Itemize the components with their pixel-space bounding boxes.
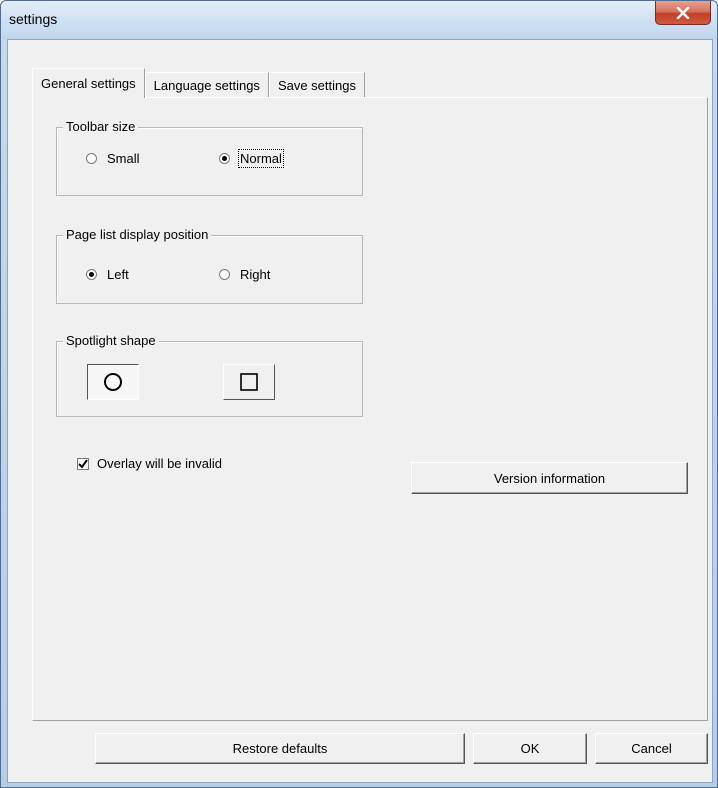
radio-normal-label: Normal bbox=[238, 149, 284, 168]
toolbar-size-group: Toolbar size Small Normal bbox=[56, 119, 363, 196]
radio-left-label: Left bbox=[107, 267, 129, 282]
ok-button[interactable]: OK bbox=[473, 733, 587, 764]
overlay-checkbox-box[interactable] bbox=[77, 457, 89, 470]
dialog-client-area: General settings Language settings Save … bbox=[7, 39, 713, 783]
radio-small[interactable]: Small bbox=[86, 151, 140, 166]
tab-strip: General settings Language settings Save … bbox=[32, 68, 365, 98]
close-button[interactable] bbox=[655, 1, 711, 25]
overlay-checkbox[interactable]: Overlay will be invalid bbox=[77, 456, 222, 471]
radio-normal[interactable]: Normal bbox=[219, 149, 284, 168]
square-icon bbox=[240, 373, 258, 391]
spotlight-shape-legend: Spotlight shape bbox=[63, 333, 159, 349]
radio-left-circle[interactable] bbox=[86, 269, 97, 280]
radio-normal-circle[interactable] bbox=[219, 153, 230, 164]
checkmark-icon bbox=[78, 458, 88, 469]
page-list-position-legend: Page list display position bbox=[63, 227, 212, 243]
page-list-position-group: Page list display position Left Right bbox=[56, 227, 363, 304]
spotlight-circle-button[interactable] bbox=[87, 364, 139, 400]
radio-left[interactable]: Left bbox=[86, 267, 129, 282]
toolbar-size-legend: Toolbar size bbox=[63, 119, 139, 135]
restore-defaults-button[interactable]: Restore defaults bbox=[95, 733, 465, 764]
radio-right-label: Right bbox=[240, 267, 271, 282]
tab-language-settings[interactable]: Language settings bbox=[144, 72, 269, 98]
circle-icon bbox=[104, 373, 122, 391]
radio-small-label: Small bbox=[107, 151, 140, 166]
tab-panel-general: Toolbar size Small Normal Page list disp… bbox=[32, 97, 708, 721]
radio-small-circle[interactable] bbox=[86, 153, 97, 164]
settings-window: settings General settings Language setti… bbox=[0, 0, 718, 788]
close-icon bbox=[676, 6, 690, 19]
version-information-button[interactable]: Version information bbox=[411, 462, 688, 494]
radio-right-circle[interactable] bbox=[219, 269, 230, 280]
overlay-checkbox-label: Overlay will be invalid bbox=[97, 456, 222, 471]
title-bar[interactable]: settings bbox=[1, 1, 717, 39]
tab-general-settings[interactable]: General settings bbox=[32, 68, 145, 98]
radio-right[interactable]: Right bbox=[219, 267, 270, 282]
tab-save-settings[interactable]: Save settings bbox=[268, 72, 365, 98]
cancel-button[interactable]: Cancel bbox=[595, 733, 708, 764]
spotlight-square-button[interactable] bbox=[223, 364, 275, 400]
spotlight-shape-group: Spotlight shape bbox=[56, 333, 363, 417]
window-title: settings bbox=[9, 11, 58, 27]
